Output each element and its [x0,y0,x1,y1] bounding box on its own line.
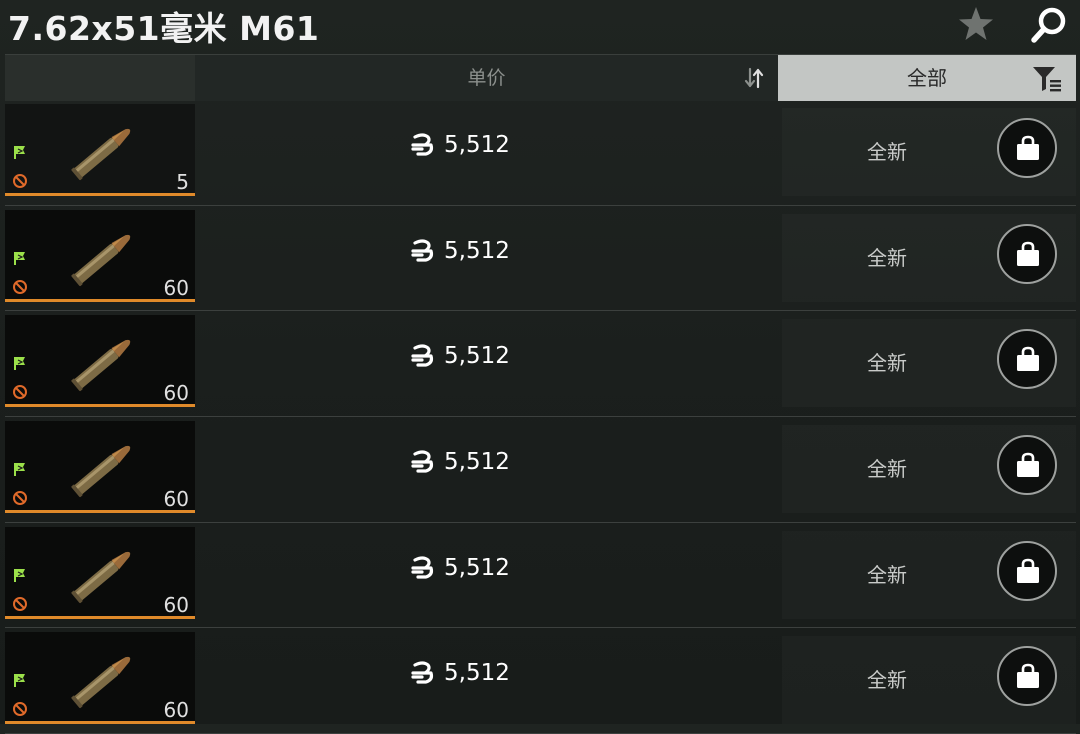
price-value: 5,512 [444,554,510,581]
purchase-button[interactable] [997,223,1057,284]
found-in-raid-icon [14,463,25,477]
shopping-bag-icon [1017,347,1039,372]
price-cell: 5,512 [195,206,778,302]
condition-label: 全新 [867,140,907,164]
item-thumbnail[interactable]: 5 [5,104,195,194]
item-thumbnail[interactable]: 60 [5,209,195,300]
condition-label: 全新 [867,351,907,376]
listing-row[interactable]: 60 5,512 全新 [5,628,1076,734]
rarity-bar [5,193,195,196]
shopping-bag-icon [1017,135,1039,160]
price-cell: 5,512 [195,417,778,513]
price-column-label: 单价 [467,67,506,89]
item-quantity: 60 [163,698,189,723]
purchase-button[interactable] [997,540,1057,601]
item-quantity: 5 [176,170,189,194]
item-thumbnail[interactable]: 60 [5,315,195,406]
price-cell: 5,512 [195,628,778,724]
listing-row[interactable]: 5 5,512 全新 [5,100,1076,206]
rarity-bar [5,298,195,302]
shopping-bag-icon [1017,664,1039,689]
item-quantity: 60 [163,487,189,512]
ruble-icon [411,133,434,156]
found-in-raid-icon [14,146,25,159]
found-in-raid-icon [14,357,25,371]
found-in-raid-icon [14,674,25,688]
price-group: 5,512 [410,238,510,264]
purchase-button[interactable] [997,435,1057,496]
header: 7.62x51毫米 M61 [0,0,1080,52]
rarity-bar [5,615,195,619]
column-header-bar: 单价 全部 [5,54,1076,101]
price-sort-header[interactable]: 单价 [195,55,778,101]
price-group: 5,512 [410,343,510,369]
sort-icon [744,67,764,89]
ruble-icon [411,239,434,262]
price-group: 5,512 [410,555,510,581]
purchase-button[interactable] [997,329,1057,390]
shopping-bag-icon [1017,241,1039,266]
condition-label: 全新 [867,457,907,482]
listing-row[interactable]: 60 5,512 全新 [5,523,1076,629]
item-thumbnail[interactable]: 60 [5,632,195,723]
rarity-bar [5,404,195,408]
star-icon [959,7,993,40]
rarity-bar [5,510,195,514]
ruble-icon [411,344,434,367]
found-in-raid-icon [14,568,25,582]
price-value: 5,512 [444,449,510,476]
listing-row[interactable]: 60 5,512 全新 [5,311,1076,418]
listing-row[interactable]: 60 5,512 全新 [5,206,1076,312]
condition-label: 全新 [867,562,907,587]
purchase-button[interactable] [997,118,1057,178]
price-value: 5,512 [444,343,510,370]
price-group: 5,512 [410,449,510,475]
shopping-bag-icon [1017,452,1039,478]
price-group: 5,512 [410,132,510,158]
listing-row[interactable]: 60 5,512 全新 [5,417,1076,523]
ruble-icon [411,556,434,579]
price-cell: 5,512 [195,100,778,196]
search-icon [1031,7,1066,43]
item-quantity: 60 [163,592,189,617]
filter-icon [1033,67,1061,92]
item-quantity: 60 [163,381,189,406]
found-in-raid-icon [14,251,25,265]
ruble-icon [411,450,434,473]
favorite-button[interactable] [956,4,996,44]
item-thumbnail[interactable]: 60 [5,526,195,617]
price-group: 5,512 [410,660,510,686]
filter-tab[interactable]: 全部 [778,55,1076,101]
shopping-bag-icon [1017,558,1039,583]
item-thumbnail[interactable]: 60 [5,421,195,512]
page-title: 7.62x51毫米 M61 [8,9,320,48]
condition-label: 全新 [867,668,907,693]
ruble-icon [411,661,434,685]
search-button[interactable] [1028,4,1070,46]
item-quantity: 60 [163,275,189,300]
price-cell: 5,512 [195,311,778,407]
price-value: 5,512 [444,660,510,687]
listing-table: 5 5,512 全新 60 5,512 全新 60 5,512 全新 60 5,… [5,100,1076,734]
price-value: 5,512 [444,237,510,264]
condition-label: 全新 [867,245,907,270]
price-value: 5,512 [444,132,510,158]
item-column-header [5,55,195,101]
price-cell: 5,512 [195,523,778,619]
